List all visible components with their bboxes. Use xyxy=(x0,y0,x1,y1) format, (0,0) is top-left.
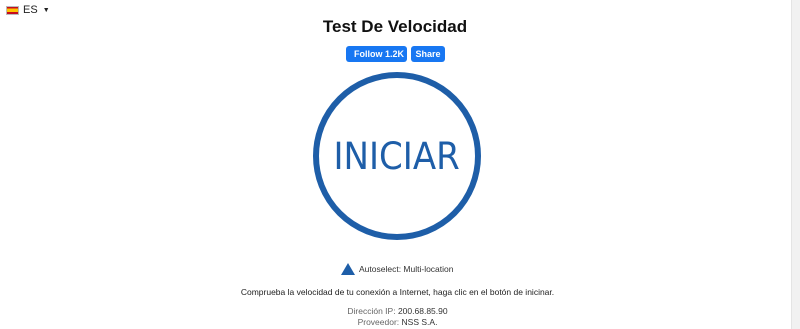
share-label: Share xyxy=(415,49,441,59)
isp-line: Proveedor: NSS S.A. xyxy=(0,317,795,327)
language-selector[interactable]: ES ▼ xyxy=(6,4,50,16)
caret-down-icon: ▼ xyxy=(42,6,50,14)
server-label: Autoselect: Multi-location xyxy=(359,264,454,274)
spain-flag-icon xyxy=(6,5,19,15)
social-buttons: Follow 1.2K Share xyxy=(346,46,445,62)
speedtest-page: ES ▼ Test De Velocidad Follow 1.2K Share… xyxy=(0,0,800,329)
description-text: Comprueba la velocidad de tu conexión a … xyxy=(240,287,555,297)
triangle-icon xyxy=(341,263,355,275)
isp-label: Proveedor: xyxy=(357,317,400,327)
vertical-scrollbar[interactable] xyxy=(791,0,800,329)
isp-value: NSS S.A. xyxy=(401,317,438,327)
page-title: Test De Velocidad xyxy=(322,17,468,36)
start-button-label: INICIAR xyxy=(333,134,461,178)
language-code: ES xyxy=(23,4,38,16)
ip-address-line: Dirección IP: 200.68.85.90 xyxy=(0,306,795,316)
follow-label: Follow 1.2K xyxy=(354,49,405,59)
server-selector[interactable]: Autoselect: Multi-location xyxy=(341,263,454,275)
facebook-share-button[interactable]: Share xyxy=(411,46,445,62)
facebook-follow-button[interactable]: Follow 1.2K xyxy=(346,46,407,62)
ip-value: 200.68.85.90 xyxy=(397,306,448,316)
ip-label: Dirección IP: xyxy=(347,306,396,316)
start-test-button[interactable]: INICIAR xyxy=(313,72,481,240)
